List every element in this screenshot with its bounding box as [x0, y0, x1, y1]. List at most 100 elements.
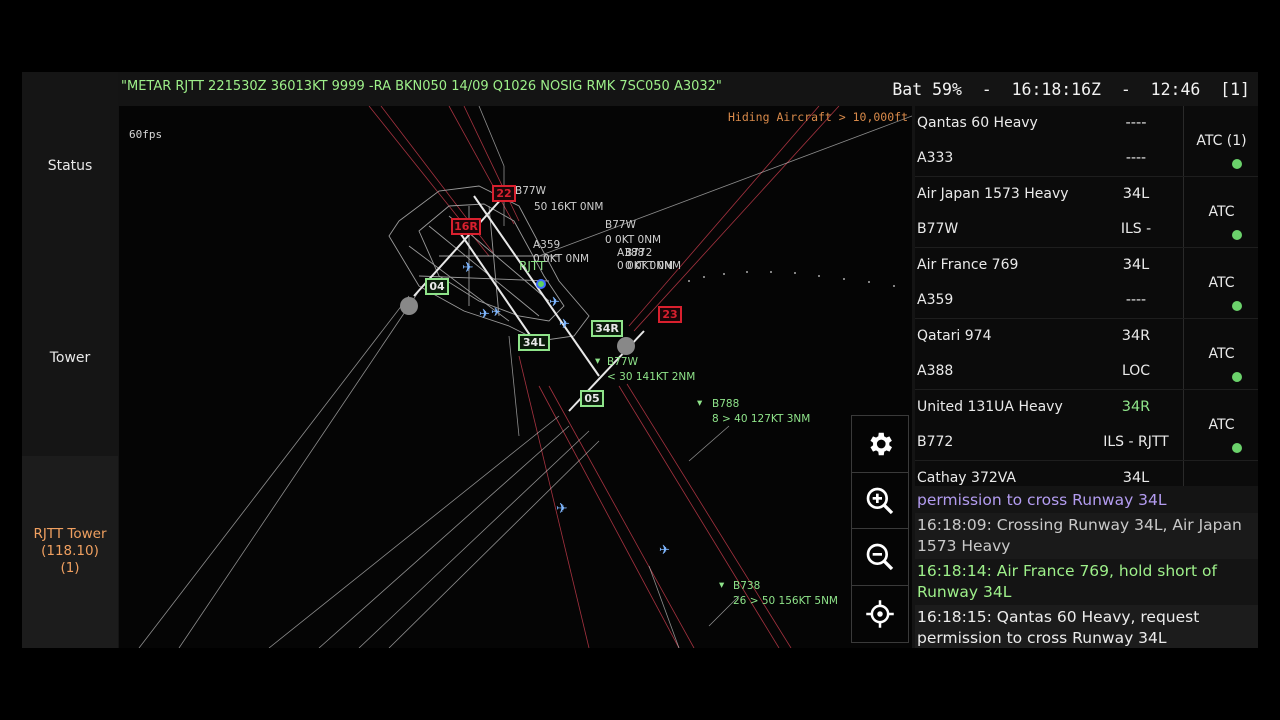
nav-tower[interactable]: Tower	[22, 350, 118, 366]
flight-strip[interactable]: United 131UA Heavy B772 34R ILS - RJTT ATC	[915, 390, 1258, 461]
dep-tag-info: < 30 141KT 2NM	[607, 371, 695, 383]
strip-divider	[1183, 177, 1184, 247]
strip-approach[interactable]: ILS - RJTT	[1095, 434, 1177, 450]
flight-strip[interactable]: Air France 769 A359 34L ---- ATC	[915, 248, 1258, 319]
runway-label-34l: 34L	[523, 336, 545, 349]
strip-divider	[1183, 390, 1184, 460]
strip-divider	[1183, 461, 1184, 486]
flight-strip-list[interactable]: Qantas 60 Heavy A333 ---- ---- ATC (1) Air Ja…	[915, 106, 1258, 486]
metar-text: "METAR RJTT 221530Z 36013KT 9999 -RA BKN…	[121, 79, 722, 94]
strip-aircraft-type: A388	[917, 363, 954, 379]
strip-aircraft-type: B772	[917, 434, 954, 450]
strip-atc-button[interactable]: ATC	[1185, 346, 1258, 362]
runway-label-04: 04	[429, 280, 445, 293]
strip-approach[interactable]: ----	[1095, 292, 1177, 308]
strip-runway[interactable]: 34R	[1105, 328, 1167, 344]
strip-callsign: United 131UA Heavy	[917, 399, 1063, 415]
strip-runway[interactable]: 34L	[1105, 257, 1167, 273]
nav-status[interactable]: Status	[22, 158, 118, 174]
frequency-label: RJTT Tower (118.10) (1)	[22, 526, 118, 577]
runway-label-22: 22	[496, 187, 511, 200]
airport-id-label: RJTT	[519, 259, 546, 273]
strip-runway[interactable]: ----	[1105, 115, 1167, 131]
tag-3-type: A359	[533, 239, 560, 251]
svg-text:✈: ✈	[491, 305, 501, 319]
svg-text:✈: ✈	[549, 295, 560, 310]
tag-5-type: B772	[625, 247, 652, 259]
log-message: 16:18:15: Qantas 60 Heavy, request permi…	[915, 605, 1258, 648]
app-screen: Status Tower RJTT Tower (118.10) (1) "ME…	[22, 72, 1258, 648]
strip-approach[interactable]: LOC	[1095, 363, 1177, 379]
left-nav-panel: Status Tower RJTT Tower (118.10) (1)	[22, 72, 118, 648]
strip-runway[interactable]: 34R	[1105, 399, 1167, 415]
strip-aircraft-type: A333	[917, 150, 954, 166]
strip-approach[interactable]: ----	[1095, 150, 1177, 166]
strip-status-dot	[1232, 372, 1242, 382]
log-message: 16:18:09: Crossing Runway 34L, Air Japan…	[915, 513, 1258, 559]
runway-end-marker-east	[617, 337, 635, 355]
arr1-tag-type: B788	[712, 398, 739, 410]
runway-label-05: 05	[584, 392, 599, 405]
tag-1-type: B77W	[515, 185, 547, 197]
strip-runway[interactable]: 34L	[1105, 186, 1167, 202]
approach-lines-red	[368, 106, 840, 648]
strip-callsign: Qantas 60 Heavy	[917, 115, 1038, 131]
strip-status-dot	[1232, 443, 1242, 453]
distance-ring-dots	[688, 271, 895, 287]
frequency-value: (118.10)	[41, 543, 99, 559]
selected-aircraft-marker	[536, 279, 546, 289]
zoom-in-button[interactable]	[851, 472, 909, 530]
recenter-button[interactable]	[851, 585, 909, 643]
strip-status-dot	[1232, 159, 1242, 169]
flight-strip[interactable]: Air Japan 1573 Heavy B77W 34L ILS - ATC	[915, 177, 1258, 248]
svg-text:✈: ✈	[659, 543, 670, 558]
message-log[interactable]: permission to cross Runway 34L 16:18:09: …	[915, 488, 1258, 648]
strip-atc-button[interactable]: ATC	[1185, 204, 1258, 220]
svg-text:✈: ✈	[556, 501, 568, 517]
strip-atc-button[interactable]: ATC	[1185, 417, 1258, 433]
frequency-selector[interactable]: RJTT Tower (118.10) (1)	[22, 456, 118, 648]
fps-counter: 60fps	[129, 128, 163, 141]
radar-scope[interactable]: ✈ ✈ ✈ ✈ ✈ ✈ ✈ 22 16R 04 34L 34R 23 05 B7…	[119, 106, 912, 648]
frequency-count: (1)	[60, 560, 80, 576]
dep-tag-type: B77W	[607, 356, 639, 368]
svg-text:✈: ✈	[559, 317, 570, 332]
settings-button[interactable]	[851, 415, 909, 473]
dep-tag-chevron-icon: ▾	[595, 355, 601, 367]
tag-2-type: B77W	[605, 219, 637, 231]
strip-runway[interactable]: 34L	[1105, 470, 1167, 486]
flight-strip[interactable]: Qantas 60 Heavy A333 ---- ---- ATC (1)	[915, 106, 1258, 177]
strip-callsign: Qatari 974	[917, 328, 992, 344]
arr1-tag-info: 8 > 40 127KT 3NM	[712, 413, 810, 425]
strip-callsign: Air France 769	[917, 257, 1019, 273]
zoom-in-icon	[866, 487, 894, 515]
flight-strip[interactable]: Qatari 974 A388 34R LOC ATC	[915, 319, 1258, 390]
zoom-out-button[interactable]	[851, 528, 909, 586]
radar-map: ✈ ✈ ✈ ✈ ✈ ✈ ✈ 22 16R 04 34L 34R 23 05 B7…	[138, 106, 912, 648]
strip-approach[interactable]: ILS -	[1095, 221, 1177, 237]
altitude-filter-notice: Hiding Aircraft > 10,000ft	[727, 110, 908, 124]
status-bar: Bat 59% - 16:18:16Z - 12:46 [1]	[892, 80, 1250, 99]
strip-callsign: Cathay 372VA	[917, 470, 1017, 486]
strip-divider	[1183, 106, 1184, 176]
aircraft-symbols: ✈ ✈ ✈ ✈ ✈ ✈ ✈	[462, 260, 670, 558]
strip-atc-button[interactable]: ATC (1)	[1185, 133, 1258, 149]
svg-text:✈: ✈	[462, 260, 474, 276]
strip-callsign: Air Japan 1573 Heavy	[917, 186, 1069, 202]
runway-label-16r: 16R	[454, 220, 478, 233]
strip-divider	[1183, 319, 1184, 389]
svg-text:✈: ✈	[479, 307, 490, 322]
aircraft-data-blocks: B77W 50 16KT 0NM B77W 0 0KT 0NM A359 0 0…	[515, 185, 681, 273]
flight-strip[interactable]: Cathay 372VA34LATC	[915, 461, 1258, 486]
crosshair-icon	[866, 600, 894, 628]
runway-label-34r: 34R	[595, 322, 619, 335]
arr2-tag-info: 26 > 50 156KT 5NM	[733, 595, 838, 607]
strip-status-dot	[1232, 301, 1242, 311]
tag-5-info: 0 0KT 0NM	[625, 260, 681, 272]
runway-end-marker-west	[400, 297, 418, 315]
frequency-name: RJTT Tower	[33, 526, 107, 542]
strip-aircraft-type: B77W	[917, 221, 959, 237]
arr2-tag-chevron-icon: ▾	[719, 579, 725, 591]
strip-atc-button[interactable]: ATC	[1185, 275, 1258, 291]
tag-1-info: 50 16KT 0NM	[534, 201, 603, 213]
